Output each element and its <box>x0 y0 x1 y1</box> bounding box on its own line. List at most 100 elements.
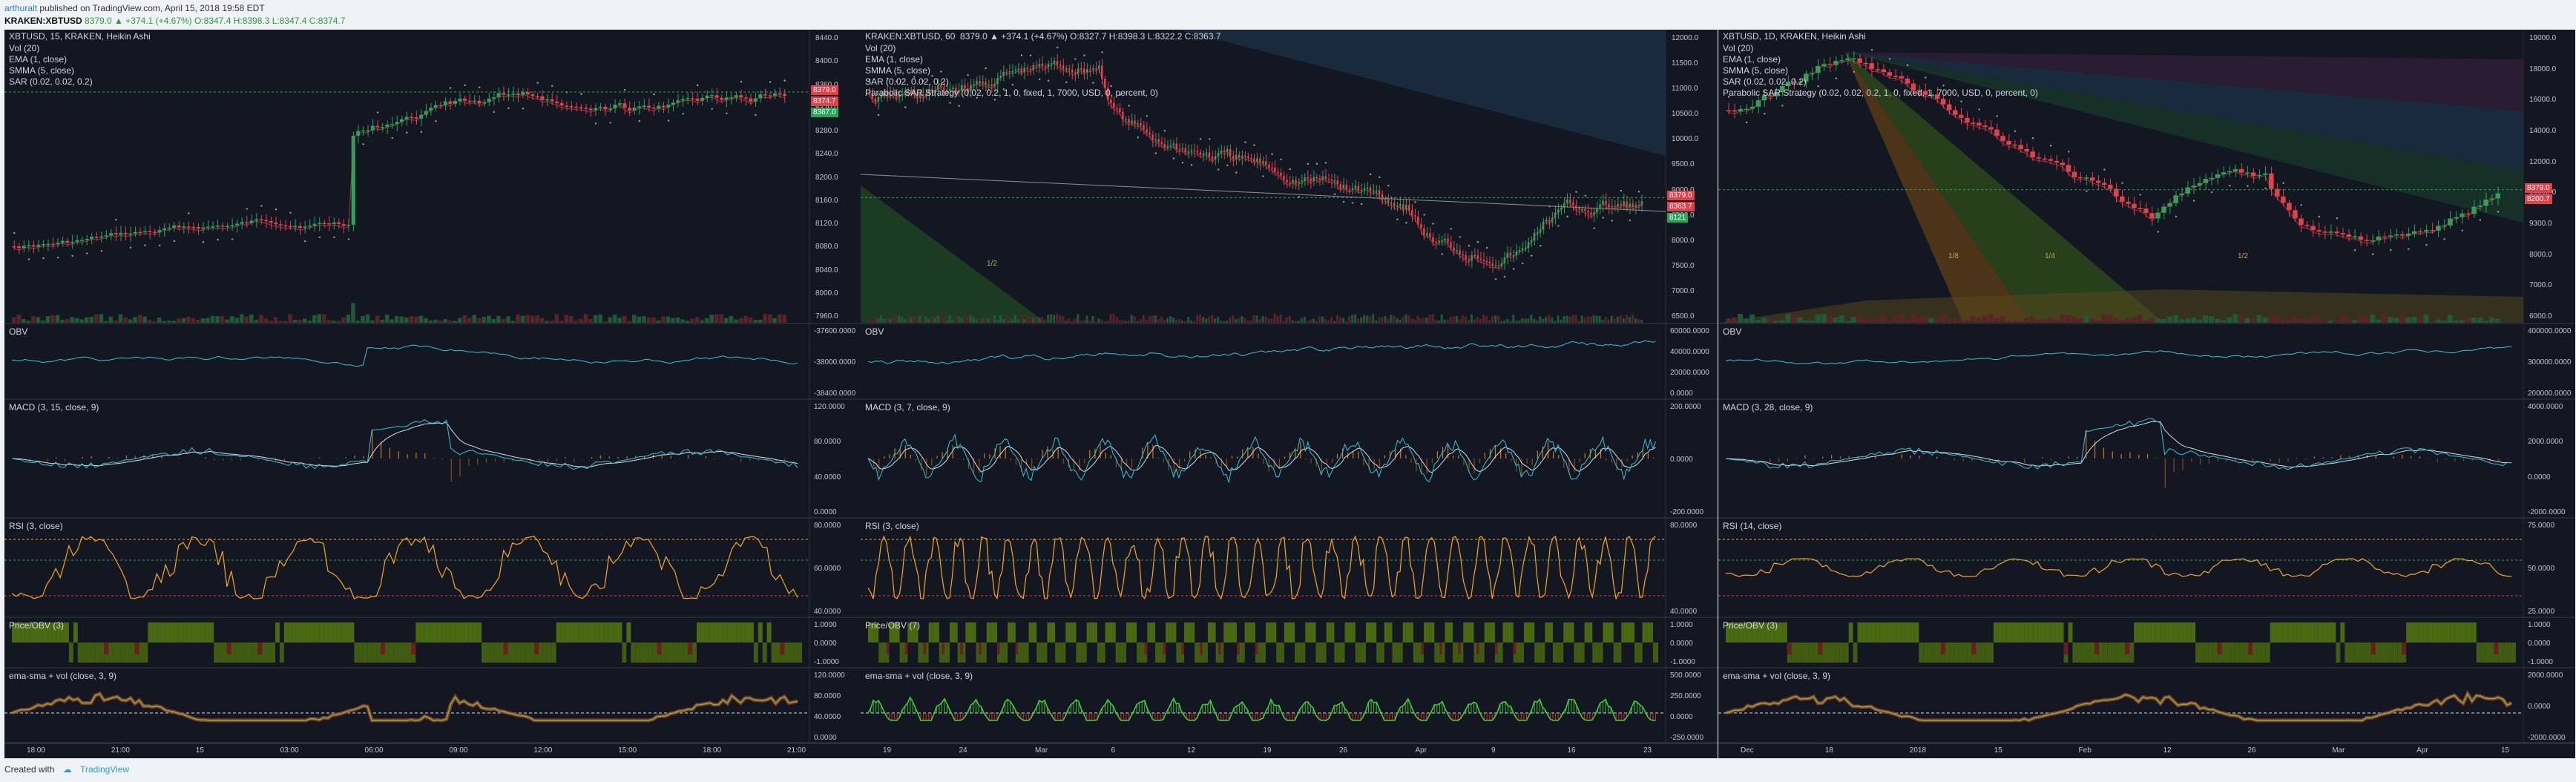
tradingview-logo-icon[interactable]: ☁ <box>63 764 72 775</box>
volume-bar <box>975 319 978 323</box>
volume-bar <box>782 315 786 323</box>
volume-bar <box>2441 321 2447 323</box>
sar-dot <box>1289 168 1291 171</box>
candle-body <box>1122 111 1124 119</box>
price-obv-bar <box>1281 643 1284 663</box>
sar-dot <box>1405 222 1407 224</box>
price-obv-bar <box>161 622 166 643</box>
price-obv-bar <box>1363 643 1366 663</box>
price-obv-bar <box>539 643 543 663</box>
volume-bar <box>772 318 777 323</box>
price-obv-bar <box>758 622 763 643</box>
volume-bar <box>608 317 612 323</box>
candle-body <box>2382 236 2388 238</box>
price-obv-bar <box>1479 643 1482 663</box>
legend-item[interactable]: SAR (0.02, 0.02, 0.2) <box>865 76 1158 88</box>
price-obv-bar <box>1266 622 1269 643</box>
legend-item[interactable]: EMA (1, close) <box>1723 54 2038 65</box>
price-obv-bar <box>1297 643 1301 663</box>
sar-dot <box>303 240 306 243</box>
price-obv-bar <box>165 622 170 643</box>
price-obv-bar <box>2221 643 2227 663</box>
volume-bar <box>2292 317 2298 323</box>
sar-dot <box>726 112 728 114</box>
legend-item[interactable]: SMMA (5, close) <box>9 65 93 76</box>
candle-body <box>1485 260 1488 263</box>
sar-dot <box>507 107 510 110</box>
volume-bar <box>612 315 617 323</box>
volume-bar <box>2280 321 2286 323</box>
legend-item[interactable]: SAR (0.02, 0.02, 0.2) <box>1723 76 2038 88</box>
sar-dot <box>1396 218 1399 220</box>
volume-bar <box>1103 321 1106 323</box>
candle-body <box>2012 144 2017 146</box>
volume-bar <box>336 321 341 323</box>
price-obv-bar <box>666 643 671 663</box>
candle-body <box>1637 205 1640 206</box>
macd-histogram-bar <box>1331 459 1333 463</box>
legend-item[interactable]: Parabolic SAR Strategy (0.02, 0.02, 0.2,… <box>1723 88 2038 99</box>
volume-bar <box>1199 315 1202 323</box>
price-obv-bar <box>429 622 433 643</box>
candle-body <box>550 99 554 102</box>
legend-item[interactable]: Vol (20) <box>1723 43 2038 54</box>
price-axis-label: 7500.0 <box>1672 261 1695 270</box>
candle-body <box>1265 160 1267 165</box>
volume-bar <box>1312 318 1315 323</box>
candle-body <box>1110 99 1112 103</box>
legend-item[interactable]: SMMA (5, close) <box>865 65 1158 76</box>
volume-bar <box>428 321 433 323</box>
legend-item[interactable]: EMA (1, close) <box>865 54 1158 65</box>
sar-dot <box>1620 189 1623 192</box>
legend-item[interactable]: SMMA (5, close) <box>1723 65 2038 76</box>
macd-histogram-bar <box>433 458 435 459</box>
chart-panel-2[interactable]: 12000.0 11500.0 11000.0 10500.0 10000.0 9500.… <box>861 30 1718 758</box>
price-obv-bar <box>2006 622 2011 643</box>
price-obv-bar <box>881 643 884 663</box>
obv-axis-label: 300000.0000 <box>2528 358 2572 367</box>
sar-dot <box>1611 220 1613 222</box>
chart-panel-3[interactable]: 19000.0 18000.0 16000.0 14000.0 12000.0 10000… <box>1718 30 2575 758</box>
price-obv-bar <box>1231 622 1235 643</box>
legend-item[interactable]: Vol (20) <box>9 43 93 54</box>
candle-body <box>322 223 326 225</box>
volume-bar <box>2339 315 2345 323</box>
pobv-axis-label: 0.0000 <box>1670 640 1693 648</box>
sar-dot <box>1584 194 1586 197</box>
candle-body <box>278 224 283 226</box>
legend-item[interactable]: Vol (20) <box>865 43 1158 54</box>
footer-brand[interactable]: TradingView <box>80 764 129 775</box>
legend-item[interactable]: Parabolic SAR Strategy (0.02, 0.2, 1, 0,… <box>865 88 1158 99</box>
volume-bar <box>1136 321 1139 323</box>
price-obv-bar <box>503 643 508 655</box>
candle-body <box>2089 177 2095 181</box>
legend-item[interactable]: EMA (1, close) <box>9 54 93 65</box>
volume-bar <box>1232 315 1235 323</box>
price-obv-bar <box>376 643 381 663</box>
price-obv-bar <box>1068 622 1071 643</box>
price-obv-bar <box>884 643 887 663</box>
volume-bar <box>1625 315 1628 323</box>
sar-dot <box>711 108 713 110</box>
ema-pane <box>1718 689 2523 723</box>
candle-body <box>167 227 171 229</box>
volume-bar <box>1738 314 1744 323</box>
sar-dot <box>86 252 88 254</box>
price-obv-bar <box>762 643 767 663</box>
candle-body <box>142 231 147 233</box>
price-obv-bar <box>82 643 87 663</box>
macd-axis-label: 80.0000 <box>814 438 841 447</box>
author-link[interactable]: arthuralt <box>4 3 37 13</box>
candle-body <box>579 107 583 109</box>
volume-bar <box>375 315 380 323</box>
chart-panel-1[interactable]: 8440.08400.08360.08320.08280.08240.08200… <box>4 30 861 758</box>
price-obv-bar <box>1484 622 1488 643</box>
macd-histogram-bar <box>2419 456 2421 459</box>
price-obv-bar <box>1062 643 1066 663</box>
volume-bar <box>1249 320 1252 323</box>
rsi-pane <box>4 536 809 599</box>
price-obv-bar <box>1057 643 1061 663</box>
price-obv-bar <box>1516 643 1519 663</box>
volume-bar <box>1404 314 1407 323</box>
legend-item[interactable]: SAR (0.02, 0.02, 0.2) <box>9 76 93 88</box>
